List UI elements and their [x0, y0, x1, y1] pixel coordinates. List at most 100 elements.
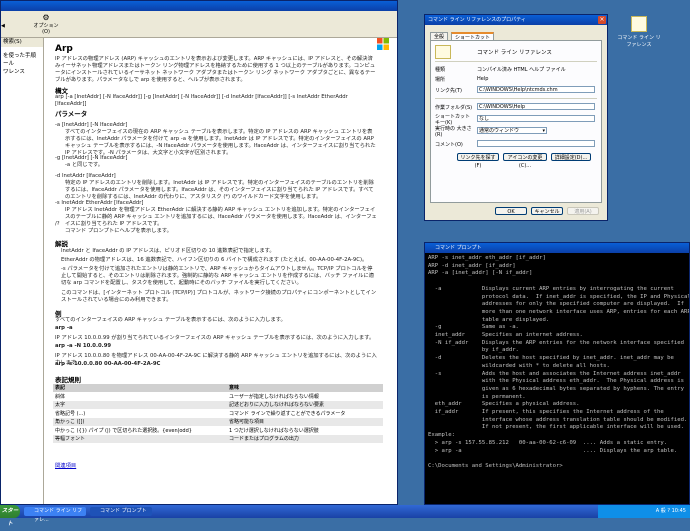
- taskbar-item-cmd[interactable]: コマンド プロンプト: [90, 507, 152, 516]
- console-line: addresses for only the specified compute…: [428, 301, 684, 308]
- table-row: 角かっこ ([]) 省略可能な項目: [53, 417, 383, 427]
- console-line: interface whose address translation tabl…: [428, 416, 688, 423]
- console-line: by if_addr.: [428, 347, 519, 354]
- example-cmd: arp -a: [55, 325, 73, 331]
- cmd-title: コマンド プロンプト: [435, 245, 482, 251]
- apply-button[interactable]: 適用(A): [567, 207, 599, 215]
- left-item[interactable]: ワレンス: [3, 67, 25, 75]
- table-row: 等幅フォント コードまたはプログラムの出力: [53, 434, 383, 444]
- shortcut-key-input[interactable]: なし: [477, 115, 595, 122]
- table-cell: ユーザーが指定しなければならない情報: [227, 392, 383, 401]
- console-line: table are displayed.: [428, 316, 550, 323]
- console-line: is permanent.: [428, 393, 526, 400]
- field-value: コンパイル済み HTML ヘルプ ファイル: [477, 67, 566, 73]
- tab-search[interactable]: 検索(S): [1, 38, 43, 47]
- intro-text: IP アドレスの物理アドレス (ARP) キャッシュのエントリを表示および変更し…: [55, 56, 376, 83]
- note-item: このコマンドは、[インターネット プロトコル (TCP/IP)] プロトコルが、…: [61, 290, 377, 303]
- field-label: ショートカット キー(K): [435, 114, 471, 126]
- console-line: C:\Documents and Settings\Administrator>: [428, 462, 563, 469]
- close-icon[interactable]: ×: [598, 16, 606, 24]
- left-item[interactable]: を使った手順: [3, 51, 36, 59]
- param-name: -d InetAddr [IfaceAddr]: [55, 173, 116, 179]
- advanced-button[interactable]: 詳細設定(D)...: [551, 153, 591, 161]
- table-cell: コマンド ラインで繰り返すことができるパラメータ: [227, 409, 383, 418]
- field-label: 作業フォルダ(S): [435, 105, 473, 111]
- run-select[interactable]: 通常のウィンドウ ▾: [477, 127, 547, 134]
- params-heading: パラメータ: [55, 110, 88, 118]
- format-table: 表記 意味 斜体 ユーザーが指定しなければならない情報 太字 記述どおりに入力しなけ…: [53, 384, 383, 444]
- related-topics-link[interactable]: 関連項目: [55, 463, 76, 470]
- start-button[interactable]: スタート: [0, 505, 20, 527]
- field-label: コメント(O): [435, 142, 463, 148]
- console-line: -g Same as -a.: [428, 324, 519, 331]
- console-line: If not present, the first applicable int…: [428, 424, 684, 431]
- console-line: given as 6 hexadecimal bytes separated b…: [428, 385, 684, 392]
- options-icon: ⚙: [42, 13, 50, 22]
- console-line: ARP -d inet_addr [if_addr]: [428, 262, 516, 269]
- notes-heading: 解説: [55, 240, 68, 248]
- help-window: ◀ ⚙ オプション(O) 検索(S) を使った手順 ール ワレンス Arp IP…: [0, 0, 398, 505]
- start-in-input[interactable]: C:\WINDOWS\Help: [477, 103, 595, 110]
- options-button[interactable]: ⚙ オプション(O): [31, 13, 61, 35]
- field-label: 場所: [435, 77, 446, 83]
- format-heading: 表記規則: [55, 376, 81, 384]
- field-value: Help: [477, 76, 489, 82]
- param-desc: 特定の IP アドレスのエントリを削除します。InetAddr は IP アドレ…: [65, 180, 374, 200]
- field-label: 種類: [435, 67, 446, 73]
- table-cell: 角かっこ ([]): [53, 417, 227, 427]
- help-content: Arp IP アドレスの物理アドレス (ARP) キャッシュのエントリを表示およ…: [47, 38, 395, 504]
- example-cmd: arp -a -N 10.0.0.99: [55, 343, 112, 349]
- console-line: -d Deletes the host specified by inet_ad…: [428, 355, 674, 362]
- table-row: 太字 記述どおりに入力しなければならない要素: [53, 400, 383, 410]
- clock: A 般 ? 10:45: [655, 508, 686, 514]
- param-desc: -a と同じです。: [65, 162, 104, 168]
- change-icon-button[interactable]: アイコンの変更(C)...: [503, 153, 547, 169]
- param-name: /?: [55, 221, 60, 227]
- desktop-shortcut[interactable]: コマンド ライン リファレンス: [616, 16, 662, 56]
- table-cell: コードまたはプログラムの出力: [227, 434, 383, 444]
- dialog-title: コマンド ライン リファレンスのプロパティ: [428, 17, 526, 23]
- console-line: if_addr If present, this specifies the I…: [428, 409, 664, 416]
- console-line: ARP -s inet_addr eth_addr [if_addr]: [428, 255, 546, 261]
- console-output[interactable]: ARP -s inet_addr eth_addr [if_addr] ARP -…: [428, 255, 690, 471]
- param-name: -a [InetAddr] [-N IfaceAddr]: [55, 122, 128, 128]
- comment-input[interactable]: [477, 140, 595, 147]
- note-item: EtherAddr の物理アドレスは、16 進数表記で、ハイフン区切りの 6 バ…: [61, 257, 368, 263]
- help-titlebar[interactable]: [1, 1, 397, 11]
- table-header: 意味: [227, 384, 383, 393]
- taskbar: スタート コマンド ライン リファレ... コマンド プロンプト A 般 ? 1…: [0, 505, 690, 527]
- chevron-down-icon: ▾: [542, 128, 545, 134]
- taskbar-item-help[interactable]: コマンド ライン リファレ...: [24, 507, 86, 523]
- cmd-titlebar[interactable]: コマンド プロンプト: [425, 243, 689, 253]
- console-line: protocol data. If inet_addr is specified…: [428, 293, 690, 300]
- table-row: 中かっこ ({}) パイプ (|) で区切られた選択肢。{even|odd} 1 …: [53, 426, 383, 435]
- target-input[interactable]: C:\WINDOWS\Help\ntcmds.chm: [477, 86, 595, 93]
- table-cell: 省略記号 (...): [53, 409, 227, 418]
- help-toolbar: ◀ ⚙ オプション(O): [1, 11, 397, 38]
- table-row: 省略記号 (...) コマンド ラインで繰り返すことができるパラメータ: [53, 409, 383, 418]
- properties-titlebar[interactable]: コマンド ライン リファレンスのプロパティ ×: [425, 15, 607, 25]
- table-cell: 等幅フォント: [53, 434, 227, 444]
- table-cell: 太字: [53, 400, 227, 410]
- back-icon[interactable]: ◀: [1, 23, 5, 29]
- run-select-value: 通常のウィンドウ: [479, 128, 520, 134]
- field-label: 実行時の 大きさ(R): [435, 126, 472, 138]
- desktop-icon-label: コマンド ライン リファレンス: [617, 35, 661, 48]
- console-line: wildcarded with * to delete all hosts.: [428, 362, 610, 369]
- console-line: inet_addr Specifies an internet address.: [428, 332, 583, 339]
- table-row: 斜体 ユーザーが指定しなければならない情報: [53, 392, 383, 401]
- command-prompt-window[interactable]: コマンド プロンプト ARP -s inet_addr eth_addr [if…: [424, 242, 690, 505]
- page-title: Arp: [55, 44, 73, 54]
- left-item[interactable]: ール: [3, 59, 14, 67]
- divider: [435, 61, 597, 62]
- ok-button[interactable]: OK: [495, 207, 527, 215]
- system-tray: A 般 ? 10:45: [598, 505, 690, 518]
- table-cell: 記述どおりに入力しなければならない要素: [227, 400, 383, 410]
- cancel-button[interactable]: キャンセル: [531, 207, 563, 215]
- console-line: ARP -a [inet_addr] [-N if_addr]: [428, 270, 533, 277]
- find-target-button[interactable]: リンク先を探す(F): [457, 153, 499, 169]
- console-line: -s Adds the host and associates the Inte…: [428, 370, 681, 377]
- shortcut-name: コマンド ライン リファレンス: [477, 50, 552, 56]
